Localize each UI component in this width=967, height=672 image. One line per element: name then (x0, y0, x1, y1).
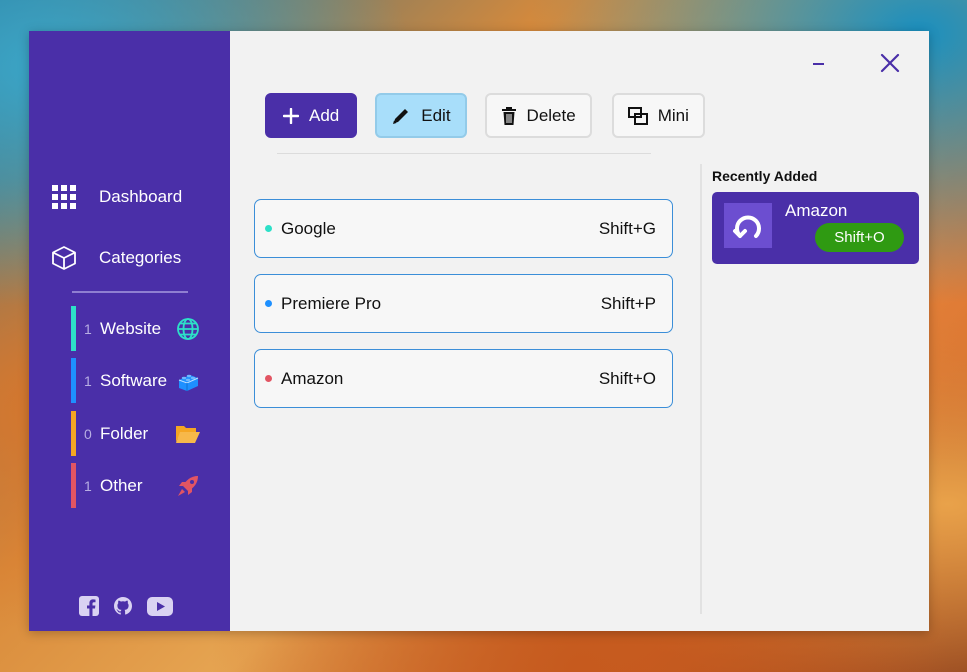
add-label: Add (309, 105, 340, 125)
add-button[interactable]: Add (265, 93, 358, 138)
category-color-bar (71, 463, 76, 508)
github-icon[interactable] (113, 596, 133, 616)
refresh-icon (724, 203, 772, 248)
category-count: 1 (84, 320, 92, 337)
category-dot (265, 300, 272, 307)
toolbar-divider (277, 153, 651, 154)
category-count: 0 (84, 425, 92, 442)
shortcut-name: Amazon (281, 368, 344, 388)
category-color-bar (71, 306, 76, 351)
minimize-icon (812, 63, 824, 65)
category-dot (265, 225, 272, 232)
social-links (79, 596, 173, 616)
nav-label: Dashboard (99, 187, 183, 206)
category-folder[interactable]: 0 Folder (71, 411, 201, 456)
category-dot (265, 375, 272, 382)
shortcut-key: Shift+G (598, 218, 656, 238)
shortcut-name: Premiere Pro (281, 293, 382, 313)
lego-block-icon (175, 369, 201, 393)
category-software[interactable]: 1 Software (71, 358, 201, 403)
nav-label: Categories (99, 248, 182, 267)
shortcut-name: Google (281, 218, 336, 238)
recent-item-card[interactable]: Amazon Shift+O (712, 192, 919, 264)
category-other[interactable]: 1 Other (71, 463, 201, 508)
cube-icon (51, 245, 77, 271)
minimize-button[interactable] (806, 53, 830, 75)
nav-categories[interactable]: Categories (51, 245, 181, 271)
recent-item-name: Amazon (785, 201, 848, 220)
grid-icon (51, 184, 77, 210)
sidebar: Dashboard Categories 1 Website 1 Softwar… (29, 31, 230, 631)
delete-label: Delete (526, 105, 576, 125)
category-website[interactable]: 1 Website (71, 306, 201, 351)
panel-divider (700, 164, 702, 614)
app-window: Dashboard Categories 1 Website 1 Softwar… (29, 31, 929, 631)
folder-open-icon (175, 422, 201, 446)
rocket-icon (175, 474, 201, 498)
pencil-icon (393, 108, 409, 124)
shortcut-item[interactable]: Google Shift+G (254, 199, 673, 258)
shortcut-key: Shift+P (600, 293, 656, 313)
mini-button[interactable]: Mini (611, 93, 705, 138)
category-label: Folder (100, 423, 149, 443)
edit-button[interactable]: Edit (375, 93, 467, 138)
nav-dashboard[interactable]: Dashboard (51, 184, 182, 210)
close-button[interactable] (878, 51, 902, 75)
trash-icon (501, 106, 516, 125)
sidebar-divider (72, 291, 188, 293)
main-panel: Add Edit Delete Mini Google Shift+G Prem… (230, 31, 929, 631)
youtube-icon[interactable] (147, 596, 173, 616)
facebook-icon[interactable] (79, 596, 99, 616)
plus-icon (283, 107, 299, 124)
edit-label: Edit (421, 105, 451, 125)
close-icon (880, 53, 900, 73)
category-count: 1 (84, 477, 92, 494)
category-color-bar (71, 358, 76, 403)
recent-item-key-badge: Shift+O (815, 223, 904, 252)
shortcut-item[interactable]: Amazon Shift+O (254, 349, 673, 408)
delete-button[interactable]: Delete (484, 93, 592, 138)
shortcut-item[interactable]: Premiere Pro Shift+P (254, 274, 673, 333)
mini-label: Mini (657, 105, 689, 125)
category-label: Other (100, 475, 143, 495)
globe-icon (175, 317, 201, 341)
category-label: Website (100, 318, 162, 338)
toolbar: Add Edit Delete Mini (265, 93, 705, 138)
category-label: Software (100, 370, 168, 390)
recently-added-title: Recently Added (712, 168, 818, 184)
category-color-bar (71, 411, 76, 456)
shortcut-key: Shift+O (598, 368, 656, 388)
category-count: 1 (84, 372, 92, 389)
restore-window-icon (627, 106, 648, 125)
